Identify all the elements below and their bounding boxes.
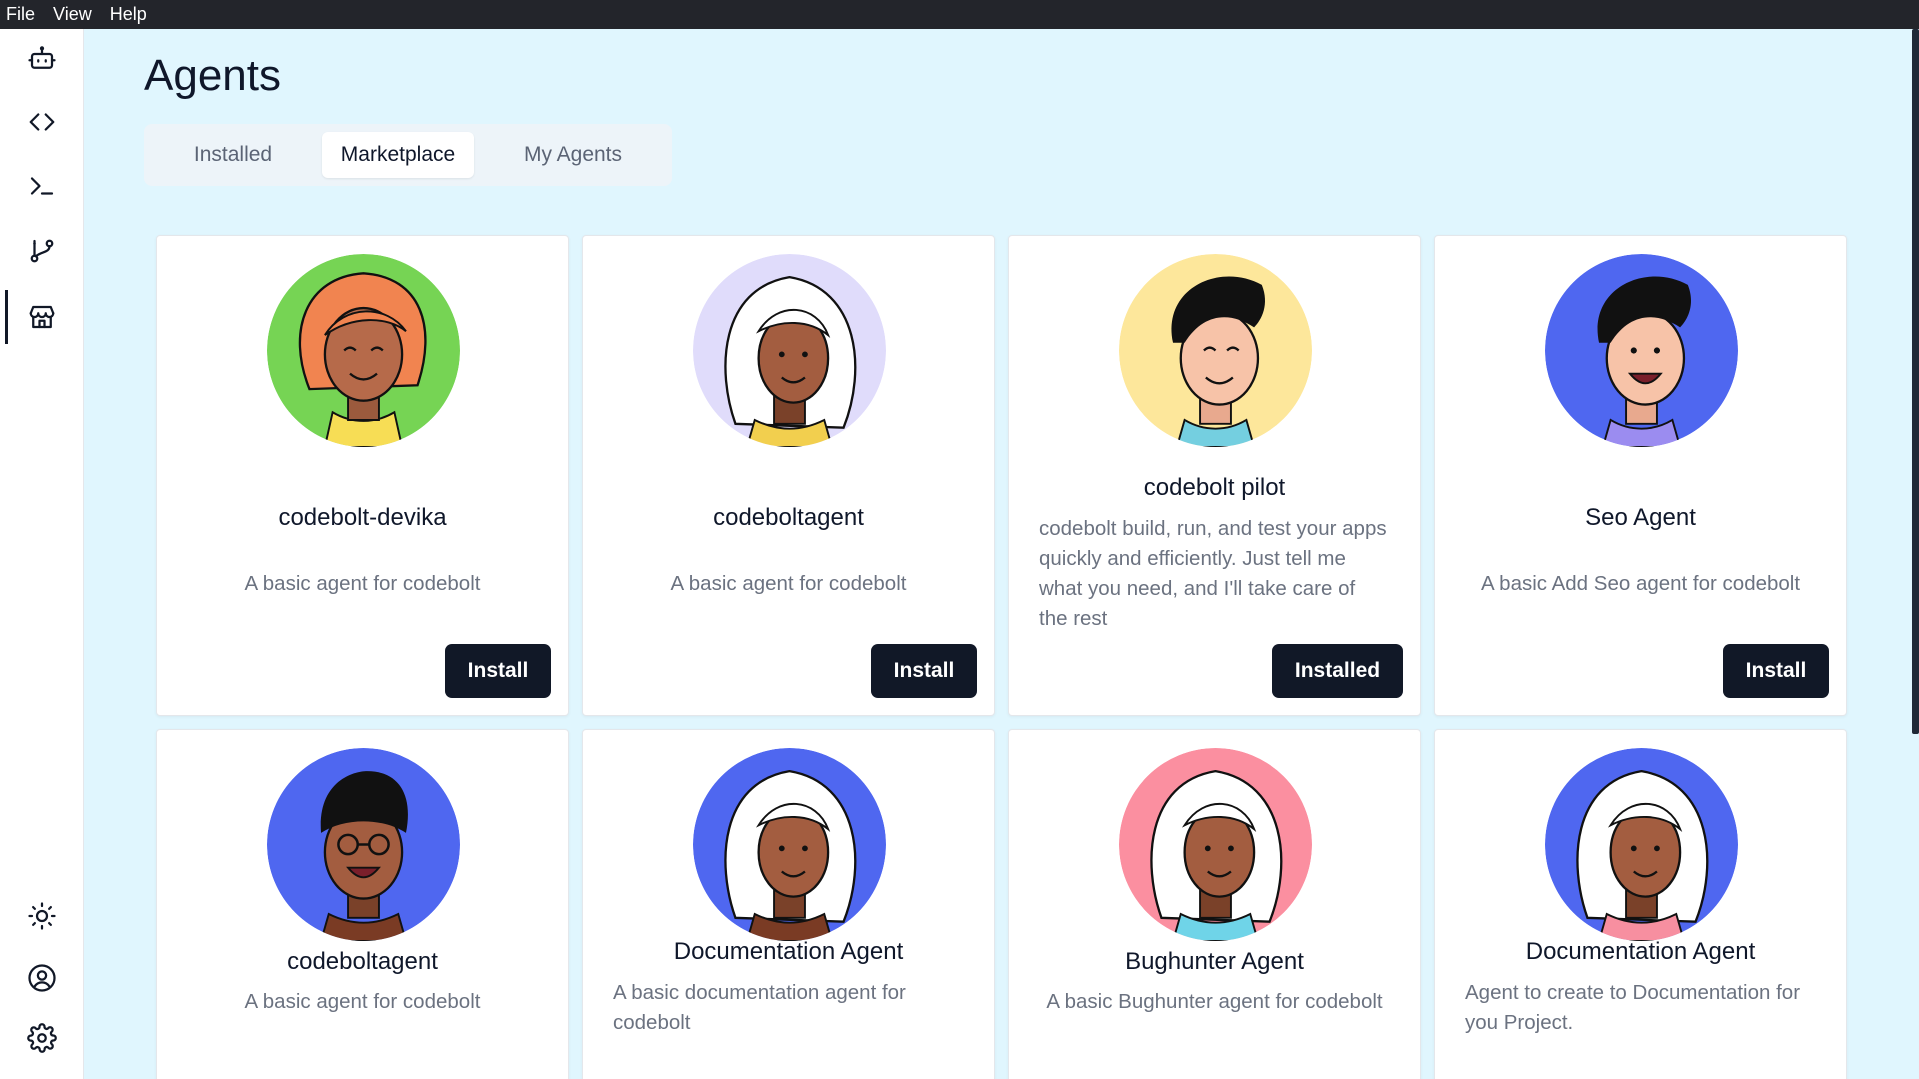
agent-card[interactable]: codeboltagent A basic agent for codebolt: [156, 729, 569, 1079]
sidebar-item-git[interactable]: [0, 224, 84, 278]
install-button[interactable]: Install: [445, 644, 551, 698]
agent-name: Seo Agent: [1585, 504, 1696, 531]
agent-name: codebolt-devika: [278, 504, 447, 531]
agent-description: codebolt build, run, and test your apps …: [1039, 517, 1387, 630]
agent-name: codeboltagent: [713, 504, 864, 531]
agent-card[interactable]: codebolt pilot codebolt build, run, and …: [1008, 235, 1421, 716]
agent-avatar: [1545, 748, 1738, 941]
agent-description: A basic Add Seo agent for codebolt: [1480, 572, 1801, 595]
agent-avatar: [1119, 748, 1312, 941]
profile-button[interactable]: [0, 951, 84, 1005]
store-icon: [29, 305, 55, 329]
agent-card[interactable]: Documentation Agent A basic documentatio…: [582, 729, 995, 1079]
agent-avatar: [693, 748, 886, 941]
scrollbar[interactable]: [1912, 29, 1919, 734]
installed-button[interactable]: Installed: [1272, 644, 1403, 698]
menu-view[interactable]: View: [53, 4, 92, 25]
tab-installed[interactable]: Installed: [152, 132, 314, 178]
agent-description: A basic agent for codebolt: [244, 572, 481, 595]
agent-name: Bughunter Agent: [1125, 948, 1304, 975]
page-title: Agents: [144, 51, 281, 100]
agent-avatar: [1545, 254, 1738, 447]
tab-bar: Installed Marketplace My Agents: [144, 124, 672, 186]
agent-card[interactable]: codebolt-devika A basic agent for codebo…: [156, 235, 569, 716]
sidebar-item-marketplace[interactable]: [0, 290, 84, 344]
agent-name: Documentation Agent: [673, 938, 904, 965]
tab-my-agents[interactable]: My Agents: [482, 132, 664, 178]
agent-description: A basic agent for codebolt: [670, 572, 907, 595]
sun-icon: [28, 902, 56, 930]
code-icon: [29, 113, 55, 131]
agent-description: A basic documentation agent for codebolt: [613, 981, 906, 1034]
agent-card[interactable]: Documentation Agent Agent to create to D…: [1434, 729, 1847, 1079]
terminal-icon: [30, 177, 54, 195]
sidebar-item-agents[interactable]: [0, 32, 84, 86]
agent-description: A basic Bughunter agent for codebolt: [1046, 990, 1383, 1013]
main-content: Agents Installed Marketplace My Agents c…: [84, 29, 1919, 1079]
install-button[interactable]: Install: [871, 644, 977, 698]
robot-icon: [28, 46, 56, 69]
sidebar-item-terminal[interactable]: [0, 159, 84, 213]
install-button[interactable]: Install: [1723, 644, 1829, 698]
agent-avatar: [693, 254, 886, 447]
git-branch-icon: [30, 239, 54, 263]
user-circle-icon: [28, 964, 56, 992]
theme-toggle[interactable]: [0, 889, 84, 943]
agent-name: codebolt pilot: [1143, 474, 1286, 501]
settings-icon: [27, 1023, 57, 1053]
menu-help[interactable]: Help: [110, 4, 147, 25]
menu-file[interactable]: File: [6, 4, 35, 25]
agent-name: codeboltagent: [287, 948, 438, 975]
agent-avatar: [267, 748, 460, 941]
settings-button[interactable]: [0, 1011, 84, 1065]
menu-bar: File View Help: [0, 0, 1919, 29]
tab-marketplace[interactable]: Marketplace: [322, 132, 474, 178]
agent-avatar: [267, 254, 460, 447]
sidebar: [0, 29, 84, 1079]
agent-description: A basic agent for codebolt: [244, 990, 481, 1013]
agent-avatar: [1119, 254, 1312, 447]
agent-card[interactable]: Seo Agent A basic Add Seo agent for code…: [1434, 235, 1847, 716]
agent-card[interactable]: codeboltagent A basic agent for codebolt…: [582, 235, 995, 716]
agent-description: Agent to create to Documentation for you…: [1465, 981, 1801, 1034]
agent-card[interactable]: Bughunter Agent A basic Bughunter agent …: [1008, 729, 1421, 1079]
sidebar-item-code[interactable]: [0, 95, 84, 149]
agent-name: Documentation Agent: [1525, 938, 1756, 965]
